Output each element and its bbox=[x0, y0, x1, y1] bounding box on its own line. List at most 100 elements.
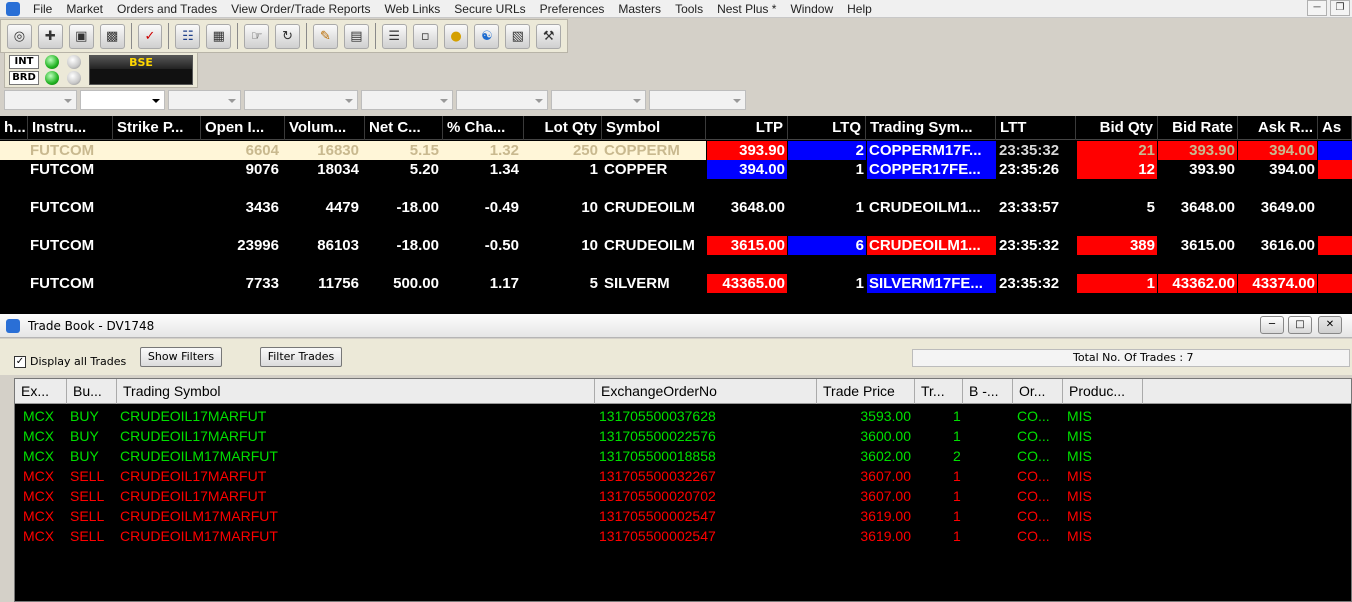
binoculars-icon[interactable]: ◎ bbox=[7, 23, 32, 49]
cell-exchange-order-no: 131705500037628 bbox=[599, 408, 716, 424]
menu-tools[interactable]: Tools bbox=[668, 2, 710, 16]
minimize-icon[interactable]: ─ bbox=[1260, 316, 1284, 334]
cell-trading-symbol: COPPER17FE... bbox=[867, 160, 996, 179]
col-header-order-type[interactable]: Or... bbox=[1013, 379, 1063, 404]
cell-instrument: FUTCOM bbox=[30, 275, 95, 292]
col-header-ltp[interactable]: LTP bbox=[706, 116, 788, 140]
menu-file[interactable]: File bbox=[26, 2, 59, 16]
menu-nest-plus[interactable]: Nest Plus * bbox=[710, 2, 783, 16]
menu-view-order-trade-reports[interactable]: View Order/Trade Reports bbox=[224, 2, 377, 16]
col-header-strike-price[interactable]: Strike P... bbox=[113, 116, 201, 140]
col-header-open-interest[interactable]: Open I... bbox=[201, 116, 285, 140]
cell-trade-qty: 1 bbox=[953, 488, 961, 504]
filter-trades-button[interactable]: Filter Trades bbox=[260, 347, 342, 367]
col-header[interactable]: h... bbox=[0, 116, 28, 140]
menu-web-links[interactable]: Web Links bbox=[377, 2, 447, 16]
col-header-lot-qty[interactable]: Lot Qty bbox=[524, 116, 602, 140]
cell-ltp: 393.90 bbox=[707, 141, 787, 160]
checklist-icon[interactable]: ✓ bbox=[137, 23, 163, 49]
cell-ltt: 23:35:26 bbox=[999, 161, 1060, 178]
trade-book-titlebar[interactable]: Trade Book - DV1748 ─ □ ✕ bbox=[0, 314, 1352, 338]
cell-ltt: 23:35:32 bbox=[999, 142, 1060, 159]
close-icon[interactable]: ✕ bbox=[1318, 316, 1342, 334]
col-header-ltq[interactable]: LTQ bbox=[788, 116, 866, 140]
col-header-trade-price[interactable]: Trade Price bbox=[817, 379, 915, 404]
col-header-net-change[interactable]: Net C... bbox=[365, 116, 443, 140]
book-icon[interactable]: ☷ bbox=[175, 23, 201, 49]
tools-icon[interactable]: ⚒ bbox=[536, 23, 562, 49]
menu-window[interactable]: Window bbox=[783, 2, 840, 16]
filter-dropdown-2[interactable] bbox=[80, 90, 165, 110]
col-header-b[interactable]: B -... bbox=[963, 379, 1013, 404]
cell-product: MIS bbox=[1067, 428, 1092, 444]
filter-dropdown-5[interactable] bbox=[361, 90, 453, 110]
col-header-bid-qty[interactable]: Bid Qty bbox=[1076, 116, 1158, 140]
refresh-icon[interactable]: ↻ bbox=[275, 23, 301, 49]
cell-exchange: MCX bbox=[23, 528, 55, 544]
add-window-icon[interactable]: ▣ bbox=[68, 23, 94, 49]
cell-ltt: 23:35:32 bbox=[999, 275, 1060, 292]
monitor-icon[interactable]: ▩ bbox=[99, 23, 125, 49]
filter-dropdown-3[interactable] bbox=[168, 90, 241, 110]
trade-book-grid[interactable]: Ex... Bu... Trading Symbol ExchangeOrder… bbox=[14, 378, 1352, 602]
market-watch-grid[interactable]: h... Instru... Strike P... Open I... Vol… bbox=[0, 116, 1352, 314]
notepad-icon[interactable]: ✎ bbox=[313, 23, 338, 49]
calculator-icon[interactable]: ▧ bbox=[505, 23, 531, 49]
menu-masters[interactable]: Masters bbox=[611, 2, 668, 16]
col-header-trade-qty[interactable]: Tr... bbox=[915, 379, 963, 404]
cell-open-interest: 23996 bbox=[237, 237, 279, 254]
menu-market[interactable]: Market bbox=[59, 2, 110, 16]
form-icon[interactable]: ▫ bbox=[412, 23, 438, 49]
col-header-product[interactable]: Produc... bbox=[1063, 379, 1143, 404]
hand-icon[interactable]: ☞ bbox=[244, 23, 270, 49]
filter-dropdown-7[interactable] bbox=[551, 90, 646, 110]
cell-ask-rate: 3649.00 bbox=[1260, 199, 1315, 216]
col-header-instrument[interactable]: Instru... bbox=[28, 116, 113, 140]
col-header-symbol[interactable]: Symbol bbox=[602, 116, 706, 140]
col-header-bid-rate[interactable]: Bid Rate bbox=[1158, 116, 1238, 140]
restore-icon[interactable]: ❐ bbox=[1330, 0, 1350, 16]
col-header-trading-symbol[interactable]: Trading Sym... bbox=[866, 116, 996, 140]
show-filters-button[interactable]: Show Filters bbox=[140, 347, 222, 367]
menu-help[interactable]: Help bbox=[840, 2, 879, 16]
cell-exchange: MCX bbox=[23, 408, 55, 424]
report-icon[interactable]: ▤ bbox=[343, 23, 369, 49]
col-header-exchange[interactable]: Ex... bbox=[15, 379, 67, 404]
filter-dropdown-8[interactable] bbox=[649, 90, 746, 110]
filter-dropdown-1[interactable] bbox=[4, 90, 77, 110]
col-header-exchange-order-no[interactable]: ExchangeOrderNo bbox=[595, 379, 817, 404]
minimize-icon[interactable]: ─ bbox=[1307, 0, 1327, 16]
cell-exchange: MCX bbox=[23, 468, 55, 484]
plus-chart-icon[interactable]: ✚ bbox=[37, 23, 63, 49]
cell-exchange-order-no: 131705500002547 bbox=[599, 508, 716, 524]
filter-dropdown-6[interactable] bbox=[456, 90, 548, 110]
cell-volume: 18034 bbox=[317, 161, 359, 178]
filter-dropdown-4[interactable] bbox=[244, 90, 358, 110]
maximize-icon[interactable]: □ bbox=[1288, 316, 1312, 334]
menu-orders-and-trades[interactable]: Orders and Trades bbox=[110, 2, 224, 16]
cell-exchange-order-no: 131705500002547 bbox=[599, 528, 716, 544]
cell-buy-sell: BUY bbox=[70, 428, 99, 444]
cell-order-type: CO... bbox=[1017, 408, 1050, 424]
col-header-ask-rate[interactable]: Ask R... bbox=[1238, 116, 1318, 140]
exchange-indicator: BSE bbox=[89, 55, 193, 85]
grid-icon[interactable]: ▦ bbox=[206, 23, 232, 49]
cell-ask-qty bbox=[1318, 274, 1352, 293]
document-icon[interactable]: ☰ bbox=[381, 23, 407, 49]
col-header-pct-change[interactable]: % Cha... bbox=[443, 116, 524, 140]
network-icon[interactable]: ☯ bbox=[474, 23, 500, 49]
int-status-off-led-icon bbox=[67, 55, 81, 69]
int-label: INT bbox=[9, 55, 39, 69]
coins-icon[interactable]: ● bbox=[443, 23, 469, 49]
col-header-ltt[interactable]: LTT bbox=[996, 116, 1076, 140]
cell-lot-qty: 1 bbox=[589, 161, 598, 178]
display-all-trades-checkbox[interactable]: ✓ bbox=[14, 356, 26, 368]
col-header-volume[interactable]: Volum... bbox=[285, 116, 365, 140]
menu-preferences[interactable]: Preferences bbox=[533, 2, 612, 16]
menu-secure-urls[interactable]: Secure URLs bbox=[447, 2, 532, 16]
col-header-buy-sell[interactable]: Bu... bbox=[67, 379, 117, 404]
cell-trade-qty: 1 bbox=[953, 528, 961, 544]
col-header-trading-symbol[interactable]: Trading Symbol bbox=[117, 379, 595, 404]
cell-buy-sell: BUY bbox=[70, 448, 99, 464]
col-header-ask-qty[interactable]: As bbox=[1318, 116, 1352, 140]
